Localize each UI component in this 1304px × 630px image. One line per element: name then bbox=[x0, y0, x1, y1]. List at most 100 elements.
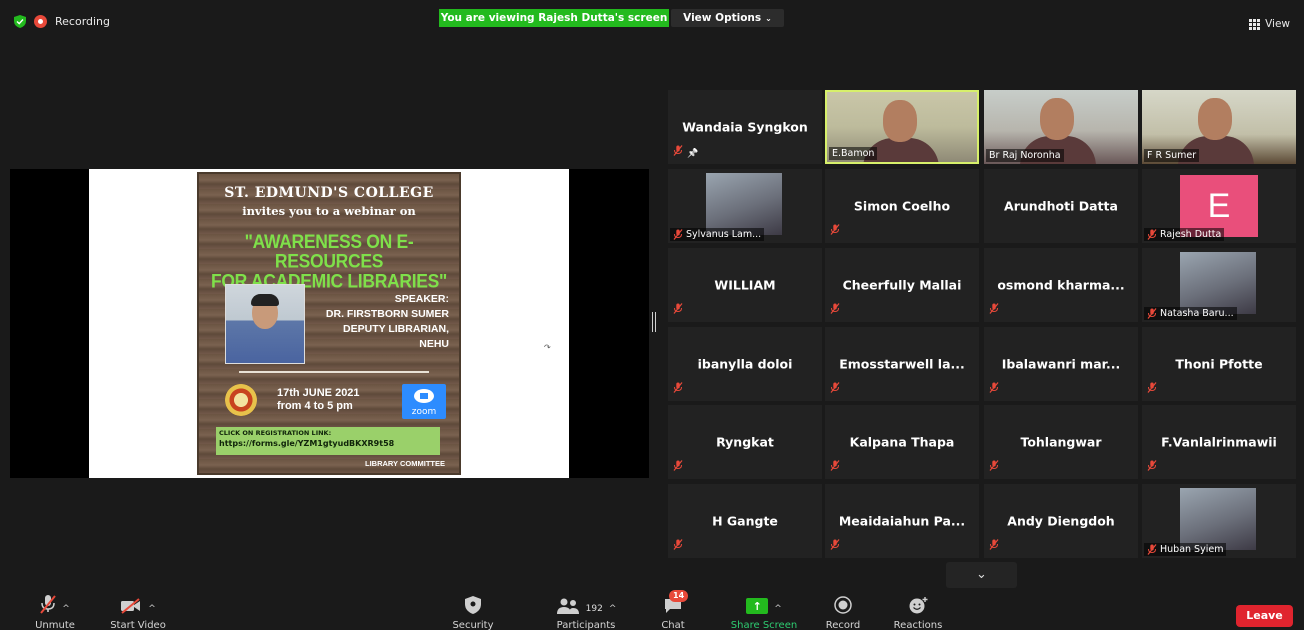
video-off-icon bbox=[121, 598, 141, 614]
participant-status-icons bbox=[673, 456, 683, 475]
poster-divider bbox=[239, 371, 429, 373]
participant-name: E.Bamon bbox=[832, 148, 875, 159]
unmute-label: Unmute bbox=[35, 620, 75, 630]
participant-tile[interactable]: Emosstarwell la... bbox=[825, 327, 979, 401]
participant-name: Cheerfully Mallai bbox=[842, 277, 962, 293]
participant-tile[interactable]: Huban Syiem bbox=[1142, 484, 1296, 558]
participant-name-label: Sylvanus Lam... bbox=[670, 228, 765, 241]
poster-title: "AWARENESS ON E-RESOURCES FOR ACADEMIC L… bbox=[199, 231, 459, 290]
chat-unread-badge: 14 bbox=[669, 590, 689, 602]
poster-speaker-role: DEPUTY LIBRARIAN, bbox=[343, 323, 449, 335]
participant-tile[interactable]: Andy Diengdoh bbox=[984, 484, 1138, 558]
participant-name: Emosstarwell la... bbox=[839, 356, 965, 372]
unmute-button[interactable]: ^ Unmute bbox=[24, 592, 86, 630]
participant-tile[interactable]: Kalpana Thapa bbox=[825, 405, 979, 479]
participant-name: Br Raj Noronha bbox=[989, 150, 1061, 161]
muted-microphone-icon bbox=[1147, 382, 1157, 393]
participant-status-icons bbox=[673, 535, 683, 554]
participant-status-icons bbox=[830, 299, 840, 318]
shared-screen[interactable]: ST. EDMUND'S COLLEGE invites you to a we… bbox=[10, 169, 649, 478]
muted-microphone-icon bbox=[989, 382, 999, 393]
cursor-icon: ↷ bbox=[544, 343, 551, 352]
participant-name-label: Rajesh Dutta bbox=[1144, 228, 1225, 241]
participant-tile[interactable]: H Gangte bbox=[668, 484, 822, 558]
zoom-logo-text: zoom bbox=[411, 407, 437, 417]
record-button[interactable]: Record bbox=[822, 592, 864, 630]
participant-tile[interactable]: E.Bamon bbox=[825, 90, 979, 164]
poster-time: from 4 to 5 pm bbox=[277, 400, 353, 412]
participant-tile[interactable]: Sylvanus Lam... bbox=[668, 169, 822, 243]
record-icon bbox=[834, 596, 852, 614]
viewing-screen-banner: You are viewing Rajesh Dutta's screen bbox=[439, 9, 669, 27]
muted-microphone-icon bbox=[1147, 544, 1157, 555]
participant-status-icons bbox=[989, 299, 999, 318]
participant-tile[interactable]: F.Vanlalrinmawii bbox=[1142, 405, 1296, 479]
participant-name: WILLIAM bbox=[714, 277, 776, 293]
view-options-button[interactable]: View Options ⌄ bbox=[671, 9, 784, 27]
poster-college-name: ST. EDMUND'S COLLEGE bbox=[224, 185, 434, 201]
participant-status-icons bbox=[673, 299, 683, 318]
poster-speaker-name: DR. FIRSTBORN SUMER bbox=[325, 308, 449, 320]
security-shield-icon bbox=[465, 596, 481, 614]
chevron-up-icon[interactable]: ^ bbox=[774, 604, 782, 614]
participant-name: Natasha Baru... bbox=[1160, 308, 1234, 319]
split-view-handle[interactable] bbox=[652, 312, 656, 332]
muted-microphone-icon bbox=[989, 539, 999, 550]
muted-microphone-icon bbox=[1147, 308, 1157, 319]
participant-tile[interactable]: Tohlangwar bbox=[984, 405, 1138, 479]
start-video-label: Start Video bbox=[110, 620, 166, 630]
participant-tile[interactable]: Natasha Baru... bbox=[1142, 248, 1296, 322]
share-screen-label: Share Screen bbox=[730, 620, 798, 630]
participant-tile[interactable]: Thoni Pfotte bbox=[1142, 327, 1296, 401]
participant-tile[interactable]: Ryngkat bbox=[668, 405, 822, 479]
muted-microphone-icon bbox=[989, 303, 999, 314]
recording-indicator[interactable]: Recording bbox=[14, 15, 110, 28]
participants-count: 192 bbox=[585, 604, 603, 614]
participant-name: Ibalawanri mar... bbox=[1001, 356, 1121, 372]
record-label: Record bbox=[825, 620, 861, 630]
participant-tile[interactable]: Simon Coelho bbox=[825, 169, 979, 243]
chevron-up-icon[interactable]: ^ bbox=[62, 604, 70, 614]
participant-name: Arundhoti Datta bbox=[1004, 198, 1118, 214]
start-video-button[interactable]: ^ Start Video bbox=[104, 592, 172, 630]
participant-tile[interactable]: F R Sumer bbox=[1142, 90, 1296, 164]
gallery-next-page-button[interactable]: ⌄ bbox=[946, 562, 1017, 588]
participant-tile[interactable]: Wandaia Syngkon 📌 bbox=[668, 90, 822, 164]
muted-microphone-icon bbox=[830, 224, 840, 235]
share-screen-arrow-icon: ↑ bbox=[746, 598, 769, 614]
pin-icon: 📌 bbox=[687, 149, 699, 159]
participant-name: Thoni Pfotte bbox=[1175, 356, 1263, 372]
view-button[interactable]: View bbox=[1249, 18, 1290, 30]
chevron-up-icon[interactable]: ^ bbox=[148, 604, 156, 614]
poster-speaker-heading: SPEAKER: bbox=[394, 293, 449, 305]
participant-name: H Gangte bbox=[712, 513, 778, 529]
participant-name: Meaidaiahun Pa... bbox=[838, 513, 966, 529]
security-button[interactable]: Security bbox=[450, 592, 496, 630]
muted-microphone-icon bbox=[673, 460, 683, 471]
reactions-smiley-icon bbox=[909, 597, 928, 614]
participant-name-label: E.Bamon bbox=[829, 147, 878, 160]
participant-tile[interactable]: WILLIAM bbox=[668, 248, 822, 322]
participant-tile[interactable]: Ibalawanri mar... bbox=[984, 327, 1138, 401]
recording-label: Recording bbox=[55, 15, 111, 28]
participants-button[interactable]: 192 ^ Participants bbox=[540, 592, 632, 630]
participant-status-icons: 📌 bbox=[673, 141, 698, 160]
participant-tile[interactable]: Br Raj Noronha bbox=[984, 90, 1138, 164]
participant-tile[interactable]: ibanylla doloi bbox=[668, 327, 822, 401]
muted-microphone-icon bbox=[830, 303, 840, 314]
chat-button[interactable]: 14 Chat bbox=[655, 590, 691, 630]
participant-tile[interactable]: Arundhoti Datta bbox=[984, 169, 1138, 243]
participant-tile[interactable]: Meaidaiahun Pa... bbox=[825, 484, 979, 558]
participant-tile[interactable]: Cheerfully Mallai bbox=[825, 248, 979, 322]
participant-tile[interactable]: osmond kharma... bbox=[984, 248, 1138, 322]
share-screen-button[interactable]: ↑ ^ Share Screen bbox=[722, 592, 806, 630]
chevron-up-icon[interactable]: ^ bbox=[609, 604, 617, 614]
reactions-button[interactable]: Reactions bbox=[890, 592, 946, 630]
college-seal-icon bbox=[225, 384, 257, 416]
participant-status-icons bbox=[830, 220, 840, 239]
speaker-photo bbox=[225, 284, 305, 364]
muted-microphone-icon bbox=[40, 595, 56, 614]
zoom-logo-icon: zoom bbox=[402, 384, 446, 419]
leave-button[interactable]: Leave bbox=[1236, 605, 1293, 627]
participant-tile[interactable]: E Rajesh Dutta bbox=[1142, 169, 1296, 243]
